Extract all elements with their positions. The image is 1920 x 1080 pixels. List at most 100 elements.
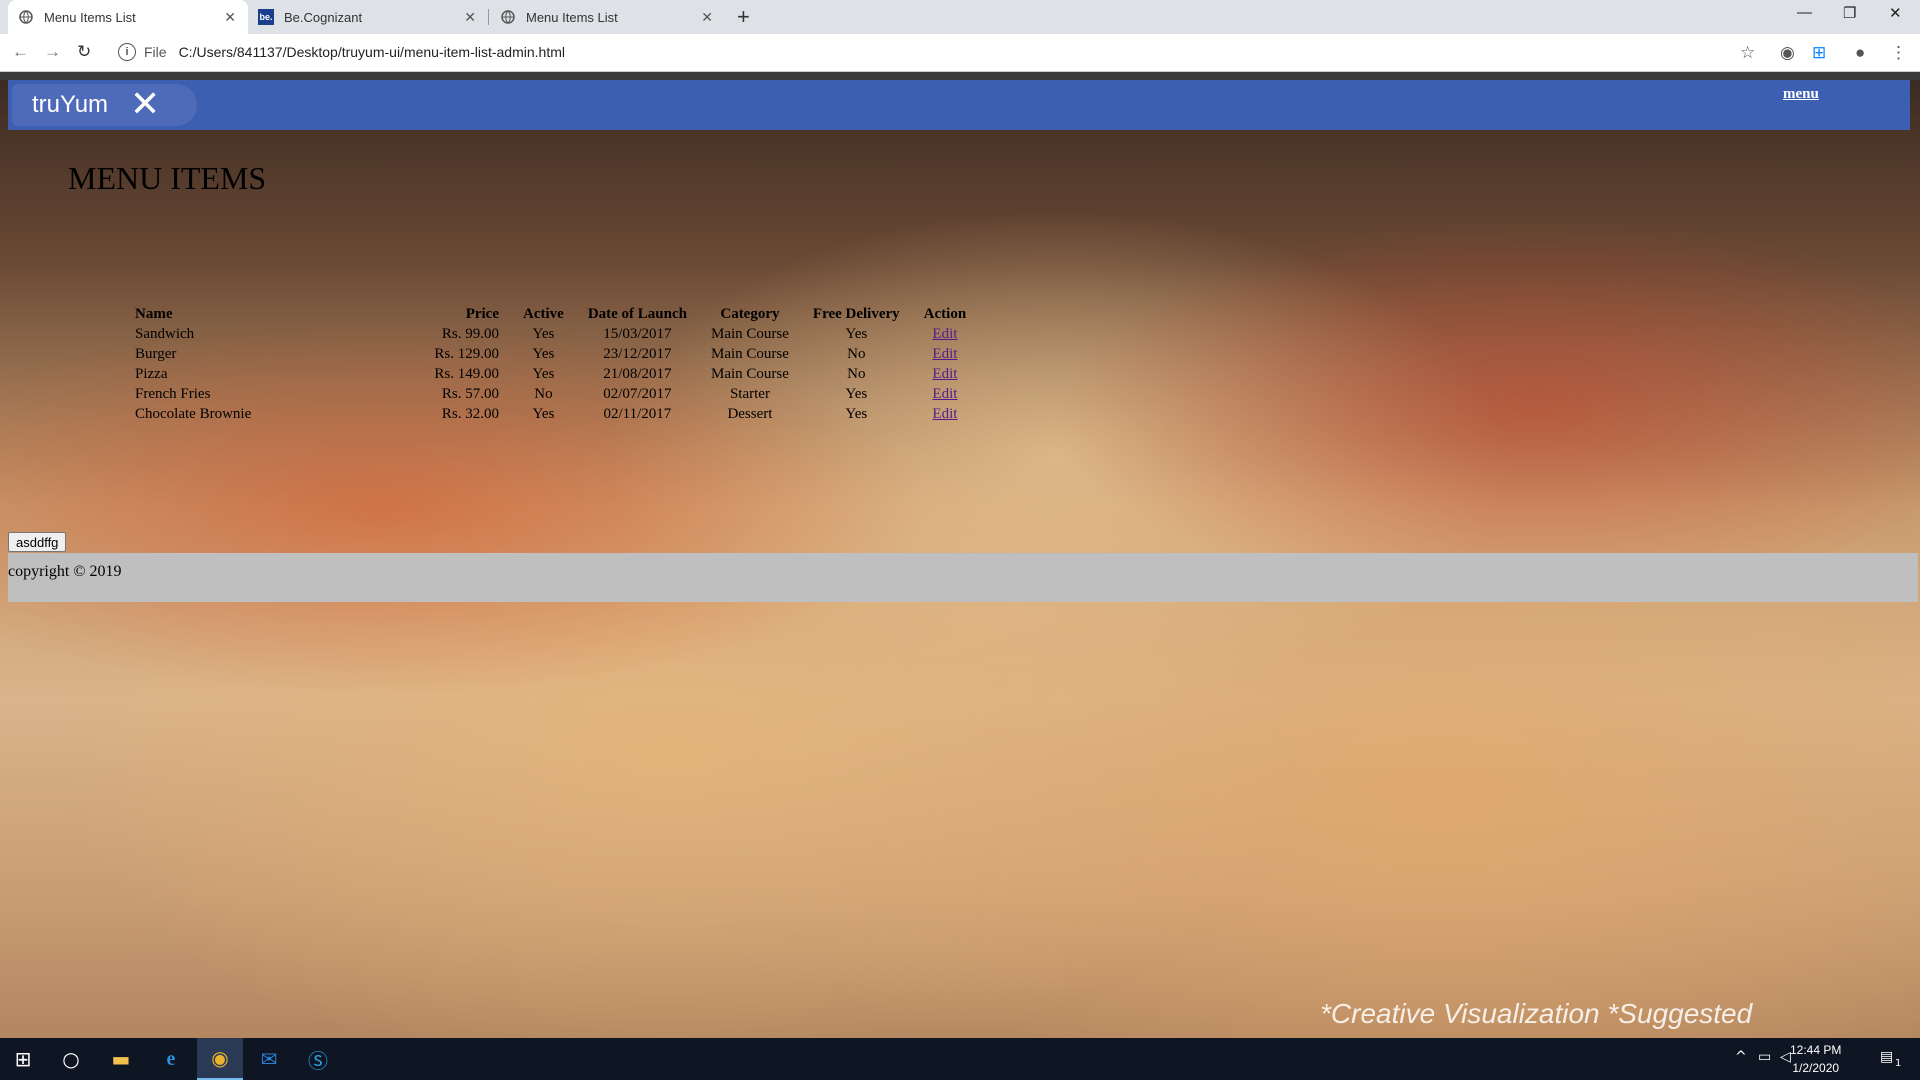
- star-icon[interactable]: ☆: [1740, 43, 1755, 63]
- edit-link[interactable]: Edit: [932, 346, 957, 362]
- item-name: Pizza: [135, 365, 168, 382]
- page-viewport: truYum ✕ menu MENU ITEMS Name Price Acti…: [0, 72, 1920, 1038]
- item-name: French Fries: [135, 385, 211, 402]
- extension-icon[interactable]: ◉: [1780, 43, 1795, 63]
- windows-extension-icon[interactable]: ⊞: [1812, 43, 1826, 63]
- item-category: Main Course: [710, 345, 789, 362]
- table-row: Burger Rs. 129.00 Yes 23/12/2017 Main Co…: [133, 344, 978, 364]
- edit-link[interactable]: Edit: [932, 326, 957, 342]
- taskbar: ⊞ ○ ▬ e ◉ ✉ Ⓢ ^ ▭ ◁ 12:44 PM 1/2/2020 ▤ …: [0, 1038, 1920, 1080]
- header-date-of-launch: Date of Launch: [587, 305, 687, 322]
- item-category: Main Course: [710, 325, 789, 342]
- globe-icon: [18, 9, 34, 25]
- reload-icon[interactable]: ↻: [77, 42, 91, 62]
- tab-title: Menu Items List: [526, 9, 618, 25]
- tab-separator: [488, 9, 489, 25]
- tab-title: Be.Cognizant: [284, 9, 363, 25]
- item-category: Dessert: [727, 405, 773, 422]
- new-tab-button[interactable]: +: [737, 4, 750, 30]
- asddffg-button[interactable]: asddffg: [8, 532, 67, 552]
- close-tab-icon[interactable]: ✕: [701, 9, 713, 26]
- url-text[interactable]: C:/Users/841137/Desktop/truyum-ui/menu-i…: [179, 44, 565, 60]
- item-active: Yes: [532, 365, 555, 382]
- brand-name: truYum: [32, 91, 109, 118]
- item-price: Rs. 32.00: [441, 405, 499, 422]
- table-row: French Fries Rs. 57.00 No 02/07/2017 Sta…: [133, 384, 978, 404]
- table-header-row: Name Price Active Date of Launch Categor…: [133, 304, 978, 324]
- item-free-delivery: Yes: [845, 405, 868, 422]
- windows-start-icon[interactable]: ⊞: [0, 1038, 46, 1080]
- search-icon[interactable]: ○: [48, 1038, 94, 1080]
- menu-items-table: Name Price Active Date of Launch Categor…: [133, 304, 978, 424]
- header-category: Category: [720, 305, 780, 322]
- item-active: Yes: [532, 325, 555, 342]
- tab-title: Menu Items List: [44, 9, 136, 25]
- back-icon[interactable]: ←: [12, 42, 29, 62]
- info-icon[interactable]: i: [118, 43, 136, 61]
- item-free-delivery: No: [847, 345, 866, 362]
- table-row: Pizza Rs. 149.00 Yes 21/08/2017 Main Cou…: [133, 364, 978, 384]
- notification-icon[interactable]: ▤: [1880, 1049, 1893, 1065]
- edit-link[interactable]: Edit: [932, 406, 957, 422]
- item-active: No: [534, 385, 553, 402]
- clock-date: 1/2/2020: [1792, 1061, 1840, 1075]
- forward-icon[interactable]: →: [44, 42, 61, 62]
- item-free-delivery: Yes: [845, 325, 868, 342]
- edit-link[interactable]: Edit: [932, 366, 957, 382]
- item-price: Rs. 149.00: [434, 365, 499, 382]
- edit-link[interactable]: Edit: [932, 386, 957, 402]
- close-tab-icon[interactable]: ✕: [224, 9, 236, 26]
- menu-link[interactable]: menu: [1783, 86, 1819, 103]
- chrome-icon[interactable]: ◉: [197, 1038, 243, 1080]
- more-menu-icon[interactable]: ⋮: [1890, 43, 1907, 63]
- restore-icon[interactable]: ❐: [1843, 4, 1856, 22]
- footer: copyright © 2019: [8, 553, 1918, 602]
- item-name: Sandwich: [135, 325, 195, 342]
- skype-icon[interactable]: Ⓢ: [295, 1038, 341, 1080]
- edge-icon[interactable]: e: [148, 1038, 194, 1080]
- item-date: 23/12/2017: [603, 345, 672, 362]
- item-name: Burger: [135, 345, 177, 362]
- item-free-delivery: Yes: [845, 385, 868, 402]
- file-explorer-icon[interactable]: ▬: [98, 1038, 144, 1080]
- chevron-up-icon[interactable]: ^: [1735, 1049, 1747, 1065]
- network-icon[interactable]: ▭: [1758, 1049, 1771, 1065]
- scheme-label: File: [144, 44, 167, 60]
- item-active: Yes: [532, 405, 555, 422]
- table-row: Sandwich Rs. 99.00 Yes 15/03/2017 Main C…: [133, 324, 978, 344]
- browser-toolbar: ← → ↻ i File C:/Users/841137/Desktop/tru…: [0, 34, 1920, 72]
- tab-menu-items-list-2[interactable]: Menu Items List ✕: [490, 0, 725, 34]
- minimize-icon[interactable]: —: [1797, 4, 1812, 21]
- tab-menu-items-list[interactable]: Menu Items List ✕: [8, 0, 248, 34]
- address-bar[interactable]: i File C:/Users/841137/Desktop/truyum-ui…: [110, 38, 1770, 66]
- item-price: Rs. 99.00: [441, 325, 499, 342]
- brand-logo[interactable]: truYum ✕: [12, 84, 197, 126]
- tab-be-cognizant[interactable]: be. Be.Cognizant ✕: [248, 0, 488, 34]
- profile-icon[interactable]: ●: [1855, 43, 1865, 63]
- item-date: 02/07/2017: [603, 385, 672, 402]
- header-price: Price: [465, 305, 499, 322]
- item-date: 21/08/2017: [603, 365, 672, 382]
- item-price: Rs. 57.00: [441, 385, 499, 402]
- fork-knife-icon: ✕: [130, 84, 161, 125]
- copyright-text: copyright © 2019: [8, 563, 122, 580]
- outlook-icon[interactable]: ✉: [246, 1038, 292, 1080]
- header-active: Active: [523, 305, 564, 322]
- item-date: 02/11/2017: [603, 405, 672, 422]
- clock[interactable]: 12:44 PM 1/2/2020: [1790, 1041, 1841, 1077]
- item-price: Rs. 129.00: [434, 345, 499, 362]
- close-window-icon[interactable]: ✕: [1889, 4, 1902, 22]
- be-cognizant-icon: be.: [258, 9, 274, 25]
- item-active: Yes: [532, 345, 555, 362]
- page-top-strip: [0, 72, 1920, 80]
- item-name: Chocolate Brownie: [135, 405, 252, 422]
- globe-icon: [500, 9, 516, 25]
- item-category: Main Course: [710, 365, 789, 382]
- table-row: Chocolate Brownie Rs. 32.00 Yes 02/11/20…: [133, 404, 978, 424]
- clock-time: 12:44 PM: [1790, 1043, 1842, 1057]
- close-tab-icon[interactable]: ✕: [464, 9, 476, 26]
- item-date: 15/03/2017: [603, 325, 672, 342]
- header-name: Name: [135, 305, 173, 322]
- item-free-delivery: No: [847, 365, 866, 382]
- background-watermark: *Creative Visualization *Suggested: [1320, 998, 1753, 1029]
